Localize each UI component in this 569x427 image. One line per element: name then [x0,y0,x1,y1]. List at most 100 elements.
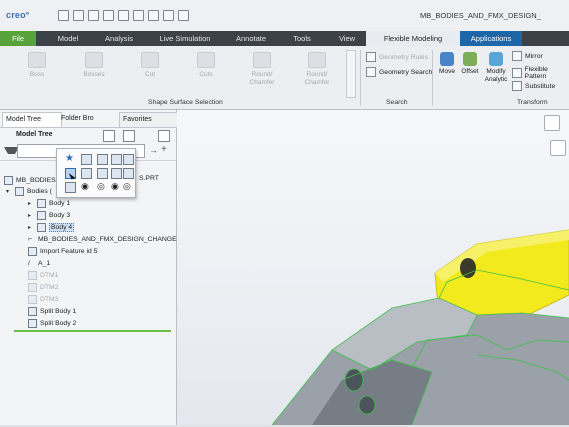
ribbon-separator [360,50,361,106]
tree-item-body-4[interactable]: ▸ Body 4 [28,222,75,232]
round-chamfer-button-2[interactable]: Round/ Chamfer [298,52,336,87]
round-chamfer-button[interactable]: Round/ Chamfer [243,52,281,87]
hide-icon[interactable]: ◉ [81,182,90,191]
add-icon[interactable]: + [161,144,167,155]
tree-item-bodies[interactable]: ▾ Bodies ( [6,186,52,196]
tree-item-dtm1[interactable]: DTM1 [28,270,59,280]
graphics-viewport[interactable] [177,110,569,426]
cuts-button[interactable]: Cuts [191,52,221,79]
tab-model[interactable]: Model [52,31,84,46]
close-window-icon[interactable] [178,10,189,21]
transform-icon[interactable] [111,154,122,165]
substitute-icon [512,81,522,91]
mirror-button[interactable]: Mirror [512,51,543,61]
insert-indicator[interactable] [14,330,171,332]
geometry-search-button[interactable]: Geometry Search [366,67,432,77]
undo-icon[interactable] [118,10,129,21]
chevron-right-icon[interactable]: ▸ [28,200,34,207]
body-icon [37,222,46,232]
move-button[interactable]: Move [436,52,458,76]
tree-columns-icon[interactable] [123,130,135,142]
tab-applications[interactable]: Applications [460,31,522,46]
chevron-right-icon[interactable]: ▸ [28,212,34,219]
datum-plane-icon [28,294,37,304]
zoom-icon[interactable] [544,115,560,131]
tree-item-csys[interactable]: ⌐ MB_BODIES_AND_FMX_DESIGN_CHANGE [28,234,177,244]
yellow-body-hole [460,258,476,278]
cut-button[interactable]: Cut [135,52,165,79]
star-icon[interactable]: ★ [65,154,74,164]
merge-icon[interactable] [97,168,108,179]
tree-item-dtm2[interactable]: DTM2 [28,282,59,292]
tab-folder-browser[interactable]: Folder Bro [58,112,120,126]
visibility-icon[interactable]: ◉ [111,182,120,191]
flexible-pattern-button[interactable]: Flexible Pattern [512,66,569,80]
modify-analytic-button[interactable]: Modify Analytic [482,52,510,84]
chevron-right-icon[interactable]: ▸ [28,224,34,231]
tab-tools[interactable]: Tools [287,31,317,46]
tab-analysis[interactable]: Analysis [100,31,138,46]
suppress-icon[interactable] [111,168,122,179]
material-icon[interactable] [97,154,108,165]
modify-analytic-icon [489,52,503,66]
transform-group-label: Transform [517,99,548,106]
offset-button[interactable]: Offset [459,52,481,76]
axis-icon: / [28,259,30,267]
tab-model-tree[interactable]: Model Tree [2,112,62,127]
tree-item-a1[interactable]: / A_1 [28,258,50,268]
regenerate-icon[interactable] [88,10,99,21]
tree-item-split-body-2[interactable]: Split Body 2 [28,318,76,328]
round-icon [253,52,271,68]
csys-icon: ⌐ [28,235,32,243]
tab-file[interactable]: File [0,31,36,46]
model-tree-header: Model Tree [16,131,53,138]
split-icon[interactable] [81,168,92,179]
measure-icon[interactable] [65,182,76,193]
search-arrow-icon[interactable]: → [149,145,158,155]
tree-root[interactable]: MB_BODIES [4,175,56,185]
tab-annotate[interactable]: Annotate [231,31,271,46]
tab-flexible-modeling[interactable]: Flexible Modeling [366,31,460,46]
tab-live-simulation[interactable]: Live Simulation [154,31,216,46]
tree-settings-icon[interactable] [103,130,115,142]
copy-icon[interactable] [123,154,134,165]
bosses-icon [85,52,103,68]
cut-icon [141,52,159,68]
body-icon [37,198,46,208]
shape-surface-group-label: Shape Surface Selection [148,99,223,106]
new-icon[interactable] [58,10,69,21]
appearance-icon[interactable]: ◎ [123,182,132,191]
regen-icon[interactable] [148,10,159,21]
tree-item-body-1[interactable]: ▸ Body 1 [28,198,70,208]
bosses-button[interactable]: Bosses [77,52,111,79]
tree-item-body-3[interactable]: ▸ Body 3 [28,210,70,220]
save-icon[interactable] [103,10,114,21]
tab-view[interactable]: View [333,31,361,46]
boss-icon [28,52,46,68]
chevron-down-icon[interactable]: ▾ [6,188,12,195]
gallery-scroll[interactable] [346,50,356,98]
tab-favorites[interactable]: Favorites [119,112,179,128]
creo-logo: creo° [6,10,30,20]
body-properties-icon[interactable] [81,154,92,165]
windows-icon[interactable] [163,10,174,21]
tree-root-suffix: S.PRT [139,175,159,182]
tree-item-split-body-1[interactable]: Split Body 1 [28,306,76,316]
show-icon[interactable] [158,130,170,142]
tree-item-import-feature[interactable]: Import Feature id 5 [28,246,97,256]
open-icon[interactable] [73,10,84,21]
redo-icon[interactable] [133,10,144,21]
import-feature-icon [28,246,37,256]
ribbon-separator [432,50,433,106]
flexible-pattern-icon [512,68,522,78]
show-body-icon[interactable]: ◎ [97,182,106,191]
bodies-folder-icon [15,186,24,196]
tree-item-dtm3[interactable]: DTM3 [28,294,59,304]
panel-divider [0,127,176,128]
boss-button[interactable]: Boss [22,52,52,79]
substitute-button[interactable]: Substitute [512,81,555,91]
geometry-rules-button[interactable]: Geometry Rules [366,52,428,62]
delete-icon[interactable] [123,168,134,179]
view-toolbar-icon[interactable] [550,140,566,156]
ribbon: Boss Bosses Cut Cuts Round/ Chamfer Roun… [0,46,569,110]
